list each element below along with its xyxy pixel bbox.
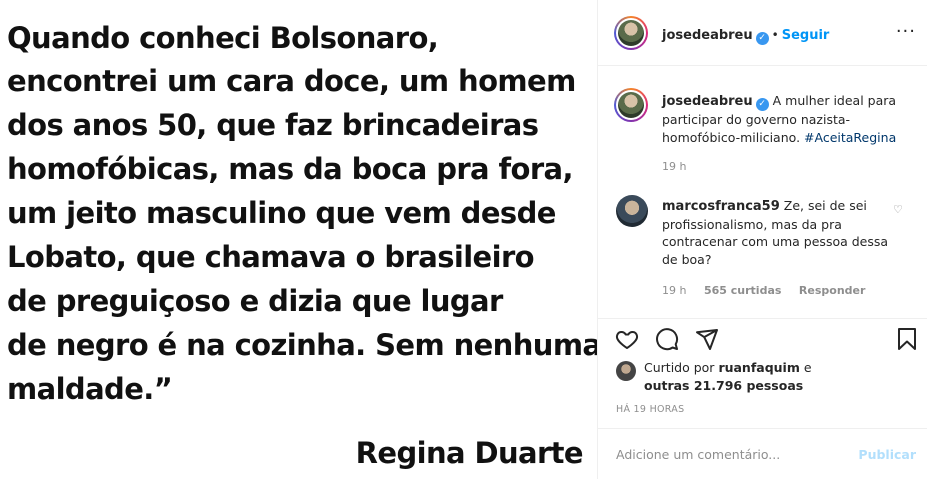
post-image[interactable]: Quando conheci Bolsonaro, encontrei um c… [0, 0, 602, 479]
quote-author: Regina Duarte [355, 436, 584, 470]
comment-username[interactable]: marcosfranca59 [662, 199, 780, 214]
header-username[interactable]: josedeabreu [662, 28, 753, 43]
comment: marcosfranca59 Ze, sei de sei profission… [662, 197, 892, 268]
caption-hashtag[interactable]: #AceitaRegina [804, 130, 896, 145]
comment-bubble-icon[interactable] [655, 327, 679, 351]
liked-by-prefix: Curtido por [644, 360, 715, 375]
post-side-panel: josedeabreu ✓ • Seguir ··· josedeabreu ✓ A m… [597, 0, 927, 479]
publish-button[interactable]: Publicar [858, 447, 916, 462]
quote-line: Quando conheci Bolsonaro, [7, 21, 439, 55]
caption: josedeabreu ✓ A mulher ideal para partici… [662, 92, 912, 146]
follow-button[interactable]: Seguir [782, 28, 830, 43]
comment-time: 19 h [662, 284, 687, 297]
quote-line: de preguiçoso e dizia que lugar [7, 284, 503, 318]
quote-line: homofóbicas, mas da boca pra fora, [7, 152, 574, 186]
quote-line: Lobato, que chamava o brasileiro [7, 240, 535, 274]
liked-by: Curtido por ruanfaquim e outras 21.796 p… [644, 359, 812, 395]
liked-by-user[interactable]: ruanfaquim [718, 360, 799, 375]
liked-by-others[interactable]: outras 21.796 pessoas [644, 378, 803, 393]
liked-by-suffix: e [803, 360, 812, 375]
comment-like-icon[interactable]: ♡ [893, 203, 903, 216]
separator-dot: • [771, 28, 779, 42]
share-send-icon[interactable] [695, 327, 719, 351]
add-comment-bar: Adicione um comentário... Publicar [598, 428, 927, 479]
post-timestamp[interactable]: HÁ 19 HORAS [616, 404, 684, 415]
liker-avatar[interactable] [616, 361, 636, 381]
verified-badge-icon: ✓ [755, 98, 769, 111]
verified-badge-icon: ✓ [755, 32, 769, 45]
comment-likes[interactable]: 565 curtidas [704, 284, 781, 297]
quote-line: um jeito masculino que vem desde [7, 196, 556, 230]
post-actions: Curtido por ruanfaquim e outras 21.796 p… [598, 318, 927, 428]
header-user-row: josedeabreu ✓ • Seguir [662, 24, 829, 45]
more-options-icon[interactable]: ··· [896, 23, 916, 41]
add-comment-input[interactable]: Adicione um comentário... [616, 447, 780, 462]
caption-time: 19 h [662, 160, 687, 173]
comments-section: josedeabreu ✓ A mulher ideal para partici… [598, 66, 927, 318]
commenter-avatar[interactable] [616, 195, 648, 227]
author-avatar[interactable] [614, 16, 648, 50]
quote-line: encontrei um cara doce, um homem [7, 64, 576, 98]
save-bookmark-icon[interactable] [896, 327, 918, 351]
reply-button[interactable]: Responder [799, 284, 866, 297]
comment-meta: 19 h 565 curtidas Responder [662, 284, 865, 297]
caption-avatar[interactable] [614, 88, 648, 122]
caption-username[interactable]: josedeabreu [662, 94, 753, 109]
like-heart-icon[interactable] [615, 327, 639, 351]
quote-line: de negro é na cozinha. Sem nenhuma [7, 328, 602, 362]
post-header: josedeabreu ✓ • Seguir ··· [598, 0, 927, 66]
quote-line: maldade.” [7, 372, 173, 406]
quote-line: dos anos 50, que faz brincadeiras [7, 108, 539, 142]
